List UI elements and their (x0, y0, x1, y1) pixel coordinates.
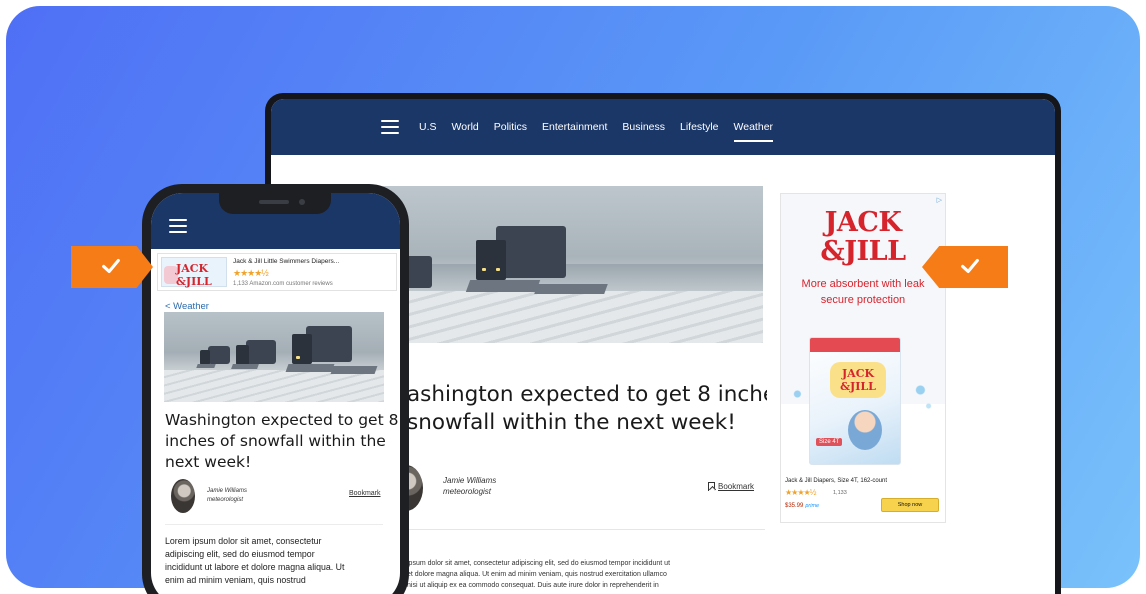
nav-item-politics[interactable]: Politics (494, 119, 527, 135)
product-box-image: JACK &JILL Size 4T (809, 337, 901, 465)
nav-item-weather[interactable]: Weather (733, 119, 773, 142)
ad-reviews: 1,133 Amazon.com customer reviews (233, 281, 333, 287)
baby-image (848, 410, 882, 450)
phone-screen: JACK &JILL Jack & Jill Little Swimmers D… (151, 193, 400, 594)
back-link-weather[interactable]: < Weather (165, 301, 209, 312)
check-badge-left (71, 246, 153, 288)
body-line: nisi ut aliquip ex ea commodo consequat.… (407, 582, 659, 589)
checkmark-icon (961, 258, 979, 274)
article-headline: ashington expected to get 8 inches snowf… (407, 381, 767, 437)
nav-item-lifestyle[interactable]: Lifestyle (680, 119, 719, 135)
nav-item-us[interactable]: U.S (419, 119, 437, 135)
headline-line: inches of snowfall within the (165, 432, 386, 450)
body-line: ipsum dolor sit amet, consectetur adipis… (407, 560, 671, 567)
author-byline: Jamie Williams meteorologist (207, 487, 247, 505)
hamburger-menu-icon[interactable] (169, 219, 187, 233)
body-line: Lorem ipsum dolor sit amet, consectetur (165, 536, 322, 546)
bookmark-button[interactable]: Bookmark (349, 490, 381, 497)
desktop-nav-bar: U.S World Politics Entertainment Busines… (271, 99, 1055, 155)
box-size-label: Size 4T (816, 438, 843, 446)
bookmark-icon (708, 482, 715, 491)
checkmark-icon (102, 258, 120, 274)
bookmark-label: Bookmark (718, 482, 755, 491)
headline-line: next week! (165, 453, 252, 471)
hero-image-snowplows (164, 312, 384, 402)
sidebar-ad[interactable]: ▷ JACK &JILL More absorbent with leak se… (780, 193, 946, 523)
logo-line: JACK (824, 207, 902, 238)
check-badge-right (922, 246, 1008, 288)
hamburger-menu-icon[interactable] (381, 120, 399, 134)
adchoices-icon[interactable]: ▷ (937, 196, 942, 204)
phone-notch (219, 193, 331, 214)
body-line: adipiscing elit, sed do eiusmod tempor (165, 549, 315, 559)
article-body: Lorem ipsum dolor sit amet, consectetur … (165, 535, 385, 587)
ad-brand-logo: JACK &JILL (781, 208, 945, 266)
body-line: et dolore magna aliqua. Ut enim ad minim… (407, 571, 667, 578)
bookmark-button[interactable]: Bookmark (708, 482, 754, 491)
divider (389, 529, 765, 530)
headline-line: Washington expected to get 8 (165, 411, 399, 429)
author-role: meteorologist (443, 487, 492, 496)
rating-stars-icon: ★★★★½ (233, 268, 269, 278)
body-line: enim ad minim veniam, quis nostrud (165, 575, 306, 585)
ad-tagline: More absorbent with leak secure protecti… (801, 278, 925, 306)
rating-stars-icon: ★★★★½ (785, 488, 816, 497)
author-byline: Jamie Williams meteorologist (443, 475, 496, 497)
ad-product-title: Jack & Jill Diapers, Size 4T, 162-count (785, 478, 888, 484)
article-body: ipsum dolor sit amet, consectetur adipis… (407, 558, 763, 591)
ad-mini-logo: JACK &JILL (176, 262, 212, 288)
author-name: Jamie Williams (443, 476, 497, 485)
ad-product-image: JACK &JILL (161, 257, 227, 288)
article-headline: Washington expected to get 8 inches of s… (165, 410, 399, 473)
ad-price: $35.99 prime (785, 503, 819, 509)
shop-now-button[interactable]: Shop now (881, 498, 939, 512)
prime-logo: prime (805, 503, 820, 509)
box-logo: JACK &JILL (830, 362, 886, 398)
phone-device: JACK &JILL Jack & Jill Little Swimmers D… (142, 184, 409, 594)
nav-item-world[interactable]: World (452, 119, 479, 135)
review-count: 1,133 (833, 490, 847, 496)
body-line: incididunt ut labore et dolore magna ali… (165, 562, 345, 572)
phone-banner-ad[interactable]: JACK &JILL Jack & Jill Little Swimmers D… (157, 253, 397, 291)
price-value: $35.99 (785, 503, 804, 509)
nav-item-business[interactable]: Business (622, 119, 665, 135)
divider (165, 524, 383, 525)
author-name: Jamie Williams (207, 488, 247, 494)
headline-line: snowfall within the next week! (407, 410, 736, 435)
author-avatar (171, 479, 195, 513)
author-role: meteorologist (207, 497, 244, 503)
ad-product-title: Jack & Jill Little Swimmers Diapers... (233, 258, 340, 265)
headline-line: ashington expected to get 8 inches (407, 382, 767, 407)
logo-line: &JILL (820, 236, 906, 267)
nav-item-entertainment[interactable]: Entertainment (542, 119, 607, 135)
